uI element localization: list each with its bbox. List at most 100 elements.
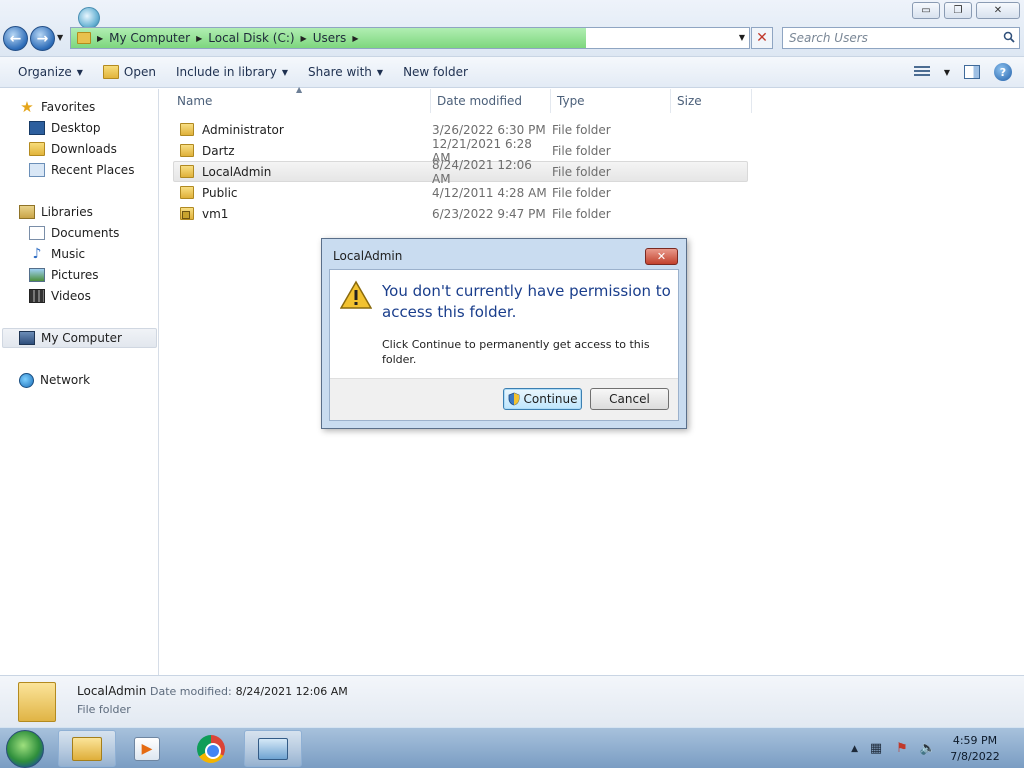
chevron-down-icon: ▼ xyxy=(281,67,288,77)
new-folder-button[interactable]: New folder xyxy=(393,60,478,84)
stop-loading-button[interactable]: ✕ xyxy=(751,27,773,49)
media-player-icon: ▶ xyxy=(134,736,160,761)
chevron-down-icon: ▼ xyxy=(76,67,83,77)
folder-icon xyxy=(77,32,91,44)
nav-favorites-label: Favorites xyxy=(41,100,96,114)
address-history-dropdown[interactable]: ▼ xyxy=(739,33,745,42)
include-in-library-button[interactable]: Include in library ▼ xyxy=(166,60,298,84)
chevron-right-icon[interactable]: ▶ xyxy=(196,34,202,43)
file-name: Dartz xyxy=(202,143,235,158)
taskbar: ▶ ▲ ▦ ⚑ 🔈 4:59 PM 7/8/2022 xyxy=(0,727,1024,768)
nav-recent-places[interactable]: Recent Places xyxy=(29,160,134,180)
file-type: File folder xyxy=(552,164,611,179)
continue-button[interactable]: Continue xyxy=(503,388,582,410)
nav-videos[interactable]: Videos xyxy=(29,286,91,306)
chrome-icon xyxy=(197,734,225,763)
nav-network-label: Network xyxy=(40,373,91,387)
nav-network[interactable]: Network xyxy=(19,370,90,390)
share-with-button[interactable]: Share with ▼ xyxy=(298,60,393,84)
maximize-button[interactable]: ❐ xyxy=(944,2,972,19)
back-button[interactable]: ← xyxy=(3,26,28,51)
file-type: File folder xyxy=(552,185,611,200)
nav-pictures[interactable]: Pictures xyxy=(29,265,99,285)
file-date: 4/12/2011 4:28 AM xyxy=(432,185,547,200)
organize-button[interactable]: Organize ▼ xyxy=(8,60,93,84)
change-view-icon[interactable] xyxy=(913,66,930,78)
desktop-icon xyxy=(29,121,45,135)
nav-downloads-label: Downloads xyxy=(51,142,117,156)
nav-documents-label: Documents xyxy=(51,226,120,240)
show-hidden-icons-button[interactable]: ▲ xyxy=(851,744,858,754)
remote-desktop-icon xyxy=(258,737,288,760)
cancel-button[interactable]: Cancel xyxy=(590,388,669,410)
taskbar-explorer-button[interactable] xyxy=(58,730,116,767)
pictures-icon xyxy=(29,268,45,282)
file-row[interactable]: Public 4/12/2011 4:28 AM File folder xyxy=(173,182,748,203)
dialog-body: You don't currently have permission to a… xyxy=(329,269,679,421)
network-status-icon[interactable]: ▦ xyxy=(868,741,884,757)
dialog-content-text: Click Continue to permanently get access… xyxy=(382,338,650,366)
address-bar[interactable]: ▶ My Computer ▶ Local Disk (C:) ▶ Users … xyxy=(70,27,750,49)
minimize-button[interactable]: ▭ xyxy=(912,2,940,19)
search-placeholder: Search Users xyxy=(789,31,868,45)
app-orb-icon xyxy=(78,7,100,29)
nav-downloads[interactable]: Downloads xyxy=(29,139,117,159)
downloads-folder-icon xyxy=(29,142,45,156)
view-options-dropdown[interactable]: ▼ xyxy=(944,68,950,77)
column-header-type[interactable]: Type xyxy=(551,89,671,113)
arrow-left-icon: ← xyxy=(9,30,22,47)
breadcrumb-local-disk[interactable]: Local Disk (C:) xyxy=(208,31,294,45)
file-type: File folder xyxy=(552,206,611,221)
file-row[interactable]: vm1 6/23/2022 9:47 PM File folder xyxy=(173,203,748,224)
preview-pane-icon[interactable] xyxy=(964,65,980,79)
dialog-close-button[interactable]: ✕ xyxy=(645,248,678,265)
column-size-label: Size xyxy=(677,94,702,108)
chevron-down-icon: ▼ xyxy=(376,67,384,77)
taskbar-remote-desktop-button[interactable] xyxy=(244,730,302,767)
organize-label: Organize xyxy=(18,65,72,79)
folder-icon xyxy=(180,123,194,136)
taskbar-chrome-button[interactable] xyxy=(182,730,240,767)
column-name-label: Name xyxy=(177,94,213,108)
column-header-name[interactable]: ▲ Name xyxy=(160,85,431,113)
new-folder-label: New folder xyxy=(403,65,468,79)
column-header-date-modified[interactable]: Date modified xyxy=(431,89,551,113)
nav-libraries-label: Libraries xyxy=(41,205,93,219)
column-header-size[interactable]: Size xyxy=(671,89,752,113)
breadcrumb-my-computer[interactable]: My Computer xyxy=(109,31,190,45)
search-input[interactable]: Search Users xyxy=(782,27,1020,49)
command-bar: Organize ▼ Open Include in library ▼ Sha… xyxy=(0,56,1024,88)
recent-pages-dropdown[interactable]: ▼ xyxy=(57,33,63,42)
uac-shield-icon xyxy=(508,392,519,406)
chevron-right-icon[interactable]: ▶ xyxy=(352,34,358,43)
nav-desktop[interactable]: Desktop xyxy=(29,118,101,138)
search-icon[interactable] xyxy=(1003,31,1015,43)
help-icon[interactable]: ? xyxy=(994,63,1012,81)
warning-icon xyxy=(340,280,372,309)
action-center-icon[interactable]: ⚑ xyxy=(894,741,910,757)
nav-libraries[interactable]: Libraries xyxy=(19,202,93,222)
nav-my-computer[interactable]: My Computer xyxy=(2,328,157,348)
nav-favorites[interactable]: ★ Favorites xyxy=(19,97,95,117)
clock[interactable]: 4:59 PM 7/8/2022 xyxy=(946,733,1004,765)
nav-music[interactable]: ♪ Music xyxy=(29,244,86,264)
breadcrumb-users[interactable]: Users xyxy=(313,31,347,45)
forward-button[interactable]: → xyxy=(30,26,55,51)
volume-icon[interactable]: 🔈 xyxy=(920,741,936,757)
file-date: 6/23/2022 9:47 PM xyxy=(432,206,546,221)
system-tray: ▲ ▦ ⚑ 🔈 4:59 PM 7/8/2022 xyxy=(851,728,1024,768)
file-name: vm1 xyxy=(202,206,229,221)
start-button[interactable] xyxy=(6,730,44,768)
open-button[interactable]: Open xyxy=(93,60,166,84)
taskbar-media-player-button[interactable]: ▶ xyxy=(118,730,176,767)
permission-dialog: LocalAdmin ✕ You don't currently have pe… xyxy=(321,238,687,429)
details-name: LocalAdmin xyxy=(77,684,147,698)
chevron-right-icon[interactable]: ▶ xyxy=(97,34,103,43)
dialog-title: LocalAdmin xyxy=(333,249,403,263)
column-date-label: Date modified xyxy=(437,94,523,108)
dialog-main-instruction: You don't currently have permission to a… xyxy=(382,282,671,321)
chevron-right-icon[interactable]: ▶ xyxy=(301,34,307,43)
close-button[interactable]: ✕ xyxy=(976,2,1020,19)
file-row-selected[interactable]: LocalAdmin 8/24/2021 12:06 AM File folde… xyxy=(173,158,748,186)
nav-documents[interactable]: Documents xyxy=(29,223,119,243)
